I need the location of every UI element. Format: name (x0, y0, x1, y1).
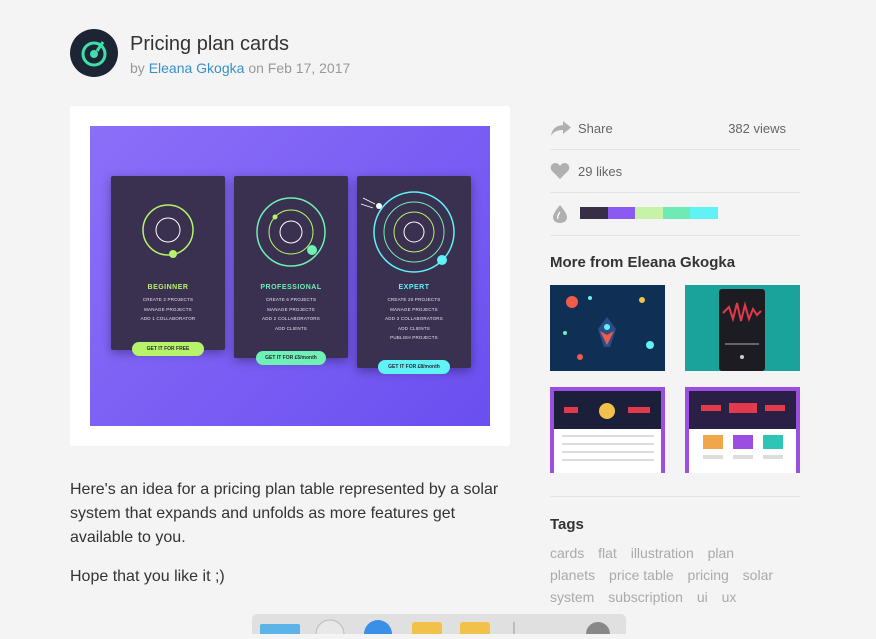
likes-row[interactable]: 29 likes (550, 150, 800, 193)
thumbnail-shot[interactable] (685, 285, 800, 371)
tag-link[interactable]: cards (550, 545, 584, 561)
more-from-title: More from Eleana Gkogka (550, 254, 736, 271)
thumbnail-shot[interactable] (550, 387, 665, 473)
tag-link[interactable]: subscription (608, 589, 683, 605)
avatar[interactable] (70, 29, 118, 77)
color-swatch[interactable] (607, 207, 635, 219)
trash-icon (586, 622, 610, 639)
plan-feature: ADD CLIENTS (275, 325, 307, 331)
plan-feature: ADD 3 COLLABORATORS (385, 316, 443, 321)
tag-link[interactable]: flat (598, 545, 617, 561)
tag-link[interactable]: illustration (631, 545, 694, 561)
macos-dock (252, 614, 626, 639)
plan-feature: ADD 2 COLLABORATORS (262, 316, 320, 321)
shot-image[interactable]: BEGINNER CREATE 2 PROJECTS MANAGE PROJEC… (90, 126, 490, 426)
color-swatch[interactable] (580, 207, 608, 219)
plan-name: EXPERT (398, 284, 430, 291)
plan-features: CREATE 6 PROJECTS MANAGE PROJECTS ADD 2 … (234, 295, 348, 333)
color-swatch[interactable] (635, 207, 663, 219)
share-arrow-icon (551, 121, 571, 136)
plan-feature: PUBLISH PROJECTS (390, 335, 438, 340)
tag-link[interactable]: plan (708, 545, 734, 561)
plan-button-expert[interactable]: GET IT FOR £8/month (378, 360, 450, 374)
plan-feature: CREATE 2 PROJECTS (142, 297, 194, 302)
author-link[interactable]: Eleana Gkogka (149, 60, 245, 76)
plan-feature: MANAGE PROJECTS (267, 306, 315, 312)
thumbnail-image (719, 289, 765, 371)
notes-icon (412, 622, 442, 636)
shot-card: BEGINNER CREATE 2 PROJECTS MANAGE PROJEC… (70, 106, 510, 446)
shot-description: Here's an idea for a pricing plan table … (70, 478, 520, 604)
share-label[interactable]: Share (578, 121, 613, 136)
tag-link[interactable]: planets (550, 567, 595, 583)
plan-feature: ADD CLIENTS (398, 325, 430, 331)
finder-icon (260, 624, 300, 636)
folder-icon (460, 622, 490, 636)
views-count: 382 views (728, 121, 786, 136)
dock-app-icons (260, 619, 610, 639)
shot-date: Feb 17, 2017 (267, 60, 351, 76)
byline-by: by (130, 60, 145, 76)
plan-card-expert: EXPERT CREATE 20 PROJECTS MANAGE PROJECT… (357, 176, 471, 368)
plan-feature: ADD 1 COLLABORATOR (140, 316, 196, 321)
tag-link[interactable]: ux (722, 589, 737, 605)
solar-system-illustration (360, 191, 455, 273)
plan-button-professional[interactable]: GET IT FOR £5/month (256, 351, 326, 365)
plan-card-beginner: BEGINNER CREATE 2 PROJECTS MANAGE PROJEC… (111, 176, 225, 350)
thumbnail-image (554, 391, 661, 473)
tag-link[interactable]: ui (697, 589, 708, 605)
droplet-icon (553, 205, 567, 223)
plan-feature: MANAGE PROJECTS (390, 306, 438, 312)
byline-on: on (248, 60, 264, 76)
colors-row (550, 193, 800, 236)
color-swatch[interactable] (662, 207, 690, 219)
share-row[interactable]: Share 382 views (550, 107, 800, 150)
thumbnail-image (563, 296, 654, 360)
shot-title: Pricing plan cards (130, 33, 289, 55)
plan-name: PROFESSIONAL (260, 284, 322, 291)
tag-link[interactable]: pricing (688, 567, 729, 583)
dribbble-logo-icon (81, 41, 107, 67)
thumbnail-shot[interactable] (685, 387, 800, 473)
heart-icon[interactable] (550, 162, 570, 180)
plan-feature: CREATE 20 PROJECTS (387, 297, 441, 302)
color-swatch[interactable] (690, 207, 718, 219)
tags-title: Tags (550, 516, 584, 533)
app-icon (315, 619, 345, 639)
divider (550, 496, 800, 497)
plan-features: CREATE 20 PROJECTS MANAGE PROJECTS ADD 3… (357, 295, 471, 343)
plan-features: CREATE 2 PROJECTS MANAGE PROJECTS ADD 1 … (111, 295, 225, 324)
solar-system-illustration (256, 197, 326, 267)
thumbnail-image (689, 391, 796, 473)
plan-button-beginner[interactable]: GET IT FOR FREE (132, 342, 204, 356)
plan-feature: MANAGE PROJECTS (144, 306, 192, 312)
plan-feature: CREATE 6 PROJECTS (265, 297, 317, 302)
safari-icon (364, 620, 392, 639)
solar-system-illustration (142, 204, 194, 258)
byline: by Eleana Gkogka on Feb 17, 2017 (130, 60, 350, 76)
plan-name: BEGINNER (147, 284, 189, 291)
description-paragraph: Here's an idea for a pricing plan table … (70, 481, 499, 546)
plan-card-professional: PROFESSIONAL CREATE 6 PROJECTS MANAGE PR… (234, 176, 348, 358)
color-palette (580, 207, 718, 219)
likes-count: 29 likes (578, 164, 623, 179)
description-paragraph: Hope that you like it ;) (70, 568, 225, 585)
thumbnail-shot[interactable] (550, 285, 665, 371)
tag-list: cards flat illustration plan planets pri… (550, 542, 800, 608)
tag-link[interactable]: price table (609, 567, 674, 583)
